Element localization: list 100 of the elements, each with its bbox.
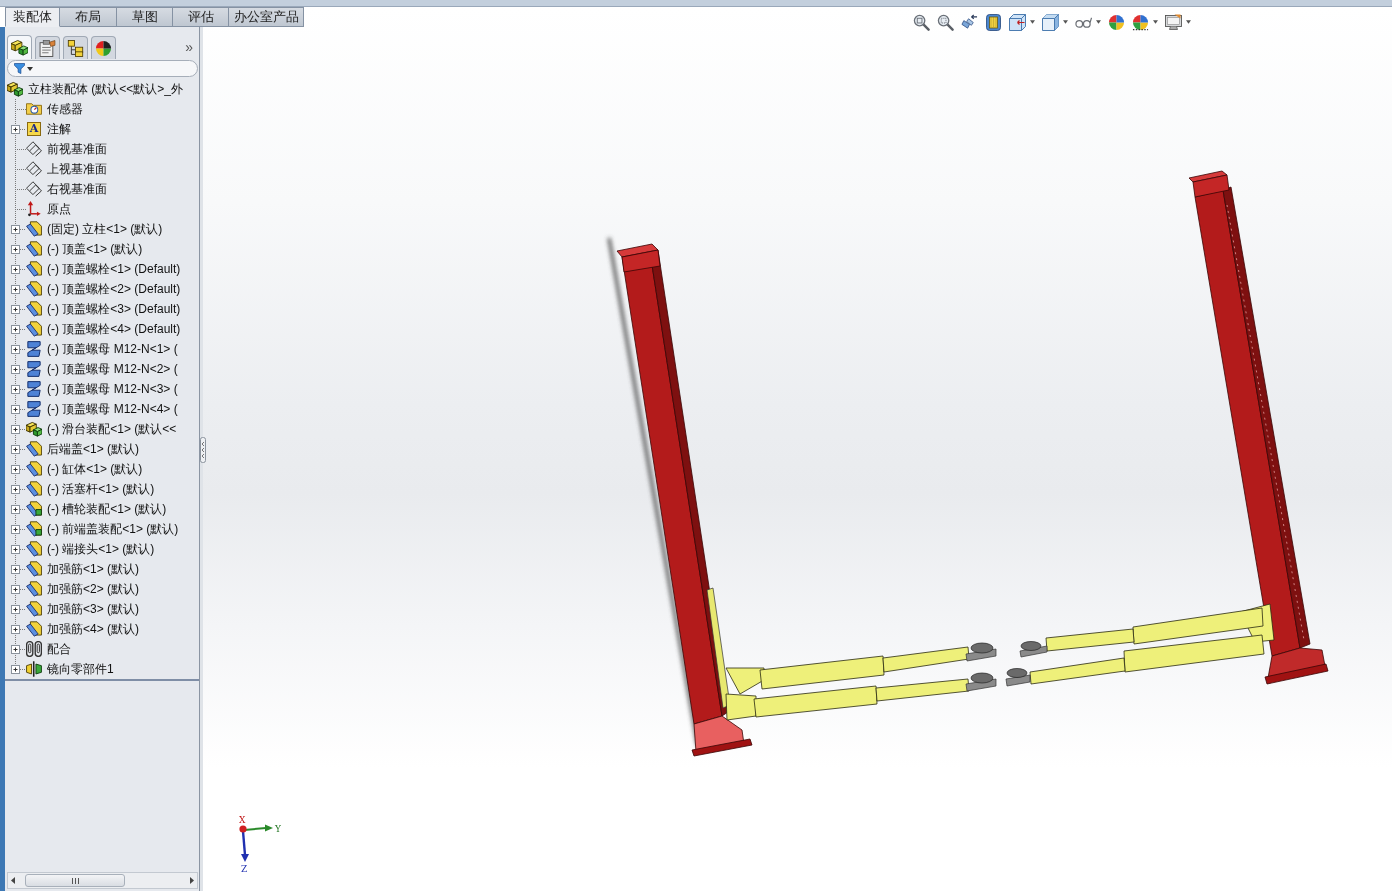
sphere-icon bbox=[1108, 13, 1125, 31]
tree-item[interactable]: 注解 bbox=[47, 121, 71, 137]
expand-icon[interactable] bbox=[11, 304, 20, 314]
horizontal-scrollbar[interactable] bbox=[7, 872, 198, 889]
tree-item[interactable]: (-) 顶盖螺栓<4> (Default) bbox=[47, 321, 181, 337]
tree-item[interactable]: 上视基准面 bbox=[47, 161, 107, 177]
tree-item[interactable]: 加强筋<4> (默认) bbox=[47, 621, 139, 637]
expand-icon[interactable] bbox=[11, 284, 20, 294]
tree-item[interactable]: (-) 顶盖螺母 M12-N<3> ( bbox=[47, 381, 178, 397]
tree-item[interactable]: (-) 端接头<1> (默认) bbox=[47, 541, 155, 557]
expand-icon[interactable] bbox=[11, 544, 20, 554]
appearance-button[interactable] bbox=[1108, 13, 1125, 31]
expand-icon[interactable] bbox=[11, 384, 20, 394]
expand-icon[interactable] bbox=[11, 404, 20, 414]
tree-item[interactable]: 加强筋<3> (默认) bbox=[47, 601, 139, 617]
command-tab[interactable]: 评估 bbox=[173, 7, 229, 27]
tree-item[interactable]: (-) 顶盖螺栓<3> (Default) bbox=[47, 301, 181, 317]
sensor-folder-icon bbox=[26, 101, 42, 117]
origin-icon bbox=[26, 201, 42, 217]
expand-icon[interactable] bbox=[11, 524, 20, 534]
tree-item[interactable]: (-) 前端盖装配<1> (默认) bbox=[47, 521, 179, 537]
tree-item[interactable]: (-) 顶盖螺母 M12-N<4> ( bbox=[47, 401, 178, 417]
part-icon bbox=[26, 461, 42, 477]
expand-icon[interactable] bbox=[11, 484, 20, 494]
scrollbar-thumb[interactable] bbox=[25, 874, 125, 887]
tree-item[interactable]: (-) 顶盖<1> (默认) bbox=[47, 241, 143, 257]
expand-icon[interactable] bbox=[11, 264, 20, 274]
part-icon bbox=[26, 241, 42, 257]
filter-field[interactable] bbox=[7, 60, 198, 77]
assembly-icon bbox=[26, 421, 42, 437]
expand-icon[interactable] bbox=[11, 224, 20, 234]
feature-tab[interactable] bbox=[7, 35, 32, 59]
tree-item[interactable]: (-) 顶盖螺母 M12-N<2> ( bbox=[47, 361, 178, 377]
grip-icon bbox=[71, 877, 79, 884]
annotation-icon: A bbox=[27, 122, 41, 136]
expand-icon[interactable] bbox=[11, 124, 20, 134]
command-tab[interactable]: 草图 bbox=[117, 7, 173, 27]
expand-icon[interactable] bbox=[11, 664, 20, 674]
expand-icon[interactable] bbox=[11, 564, 20, 574]
property-tab[interactable] bbox=[35, 36, 60, 59]
tree-item[interactable]: 配合 bbox=[47, 641, 71, 657]
expand-icon[interactable] bbox=[11, 364, 20, 374]
part-icon bbox=[26, 301, 42, 317]
tree-item[interactable]: (-) 活塞杆<1> (默认) bbox=[47, 481, 155, 497]
scroll-left-icon[interactable] bbox=[11, 877, 15, 884]
expand-icon[interactable] bbox=[11, 344, 20, 354]
cube-icon bbox=[1042, 13, 1059, 31]
tree-item[interactable]: 镜向零部件1 bbox=[47, 661, 114, 677]
tree-item[interactable]: (固定) 立柱<1> (默认) bbox=[47, 221, 163, 237]
tree-item[interactable]: 原点 bbox=[47, 201, 71, 217]
expand-icon[interactable] bbox=[11, 584, 20, 594]
tree-item[interactable]: (-) 缸体<1> (默认) bbox=[47, 461, 143, 477]
scene-button[interactable] bbox=[1132, 13, 1158, 31]
mirror-icon bbox=[26, 661, 42, 677]
tree-icon bbox=[67, 39, 84, 57]
more-button[interactable]: » bbox=[183, 39, 195, 55]
previous-view-button[interactable] bbox=[961, 13, 978, 31]
section-view-button[interactable] bbox=[985, 13, 1002, 31]
expand-icon[interactable] bbox=[11, 504, 20, 514]
tree-item[interactable]: (-) 槽轮装配<1> (默认) bbox=[47, 501, 167, 517]
view-orientation-button[interactable] bbox=[1009, 13, 1035, 31]
tree-item[interactable]: 立柱装配体 (默认<<默认>_外 bbox=[28, 81, 184, 97]
scroll-right-icon[interactable] bbox=[190, 877, 194, 884]
lift-pad bbox=[965, 642, 997, 662]
subassembly-icon bbox=[26, 521, 42, 537]
panel-collapse-icon[interactable] bbox=[200, 437, 206, 463]
tree-item[interactable]: 后端盖<1> (默认) bbox=[47, 441, 139, 457]
expand-icon[interactable] bbox=[11, 424, 20, 434]
part-icon bbox=[26, 441, 42, 457]
expand-icon[interactable] bbox=[11, 624, 20, 634]
tree-item[interactable]: 前视基准面 bbox=[47, 141, 107, 157]
tree-item[interactable]: (-) 顶盖螺母 M12-N<1> ( bbox=[47, 341, 178, 357]
command-tab[interactable]: 布局 bbox=[60, 7, 117, 27]
tree-item[interactable]: (-) 顶盖螺栓<1> (Default) bbox=[47, 261, 181, 277]
expand-icon[interactable] bbox=[11, 644, 20, 654]
tree-item[interactable]: (-) 滑台装配<1> (默认<< bbox=[47, 421, 177, 437]
expand-icon[interactable] bbox=[11, 604, 20, 614]
expand-icon[interactable] bbox=[11, 244, 20, 254]
zoom-fit-button[interactable] bbox=[913, 13, 930, 31]
zoom-icon bbox=[913, 13, 930, 31]
caret-icon bbox=[1030, 20, 1035, 24]
tree-item[interactable]: 加强筋<1> (默认) bbox=[47, 561, 139, 577]
command-tab[interactable]: 办公室产品 bbox=[229, 7, 304, 27]
expand-icon[interactable] bbox=[11, 444, 20, 454]
tree-item[interactable]: 传感器 bbox=[47, 101, 83, 117]
tree-item[interactable]: 右视基准面 bbox=[47, 181, 107, 197]
view-settings-button[interactable] bbox=[1165, 13, 1191, 31]
part-icon bbox=[26, 261, 42, 277]
plane-icon bbox=[26, 181, 42, 197]
tree-item[interactable]: 加强筋<2> (默认) bbox=[47, 581, 139, 597]
configuration-tab[interactable] bbox=[63, 36, 88, 59]
display-style-button[interactable] bbox=[1042, 13, 1068, 31]
display-tab[interactable] bbox=[91, 36, 116, 59]
tree-item[interactable]: (-) 顶盖螺栓<2> (Default) bbox=[47, 281, 181, 297]
command-tab[interactable]: 装配体 bbox=[5, 7, 60, 27]
expand-icon[interactable] bbox=[11, 464, 20, 474]
part-icon bbox=[26, 601, 42, 617]
zoom-area-button[interactable] bbox=[937, 13, 954, 31]
expand-icon[interactable] bbox=[11, 324, 20, 334]
part-icon bbox=[26, 541, 42, 557]
